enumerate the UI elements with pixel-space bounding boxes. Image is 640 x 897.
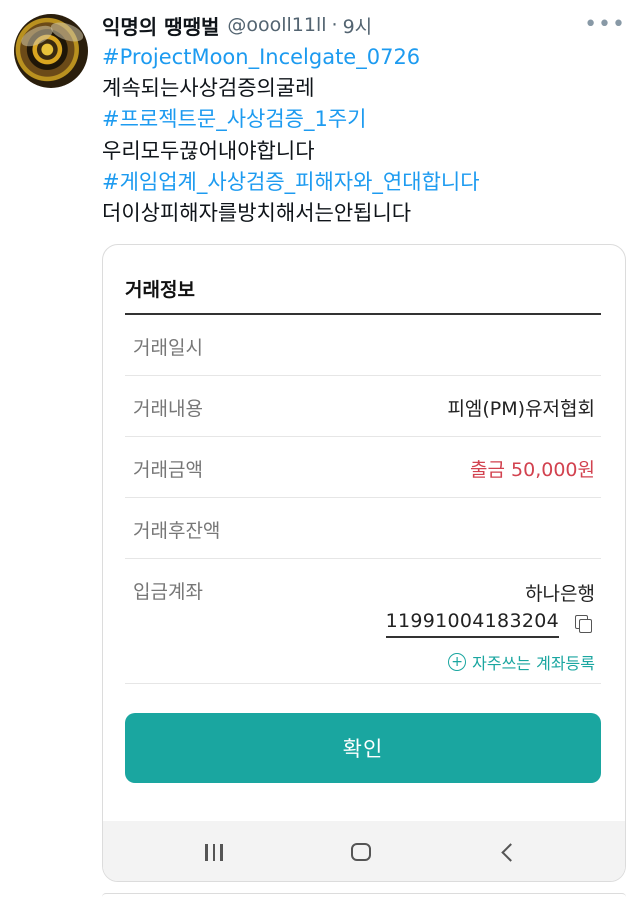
- tweet-line: 계속되는사상검증의굴레: [102, 76, 315, 101]
- row-label: 거래금액: [133, 459, 203, 481]
- separator-dot: ·: [331, 14, 338, 36]
- account-number: 11991004183204: [385, 610, 559, 638]
- home-button[interactable]: [331, 821, 391, 881]
- bank-name: 하나은행: [525, 583, 595, 605]
- more-horizontal-icon[interactable]: •••: [584, 12, 626, 37]
- row-description: 거래내용 피엠(PM)유저협회: [125, 376, 601, 437]
- user-handle[interactable]: @oooll11ll: [227, 14, 326, 36]
- avatar[interactable]: [14, 14, 88, 88]
- hashtag-link[interactable]: #ProjectMoon_Incelgate_0726: [102, 42, 622, 73]
- row-account: 입금계좌 하나은행 11991004183204 + 자주쓰는 계좌등록: [125, 559, 601, 684]
- copy-icon[interactable]: [575, 615, 593, 633]
- recents-button[interactable]: [184, 821, 244, 881]
- hashtag-link[interactable]: #게임업계_사상검증_피해자와_연대합니다: [102, 167, 622, 198]
- tweet-header: 익명의 땡땡벌 @oooll11ll · 9시: [102, 10, 372, 40]
- back-icon: [500, 842, 520, 862]
- next-card-edge: [0, 893, 640, 897]
- tweet-line: 더이상피해자를방치해서는안됩니다: [102, 201, 412, 226]
- row-label: 거래일시: [133, 337, 203, 359]
- back-button[interactable]: [477, 821, 537, 881]
- row-balance: 거래후잔액: [125, 498, 601, 559]
- row-label: 거래내용: [133, 398, 203, 420]
- register-account-link[interactable]: + 자주쓰는 계좌등록: [448, 650, 595, 674]
- register-account-label: 자주쓰는 계좌등록: [472, 654, 595, 673]
- plus-circle-icon: +: [448, 653, 467, 671]
- attached-screenshot[interactable]: 거래정보 거래일시 거래내용 피엠(PM)유저협회 거래금액 출금 50,000…: [102, 244, 626, 882]
- row-value: 피엠(PM)유저협회: [447, 398, 595, 420]
- row-amount: 거래금액 출금 50,000원: [125, 437, 601, 498]
- row-datetime: 거래일시: [125, 315, 601, 376]
- confirm-button[interactable]: 확인: [125, 713, 601, 783]
- display-name[interactable]: 익명의 땡땡벌: [102, 11, 219, 40]
- row-label: 거래후잔액: [133, 520, 221, 542]
- tweet-line: 우리모두끊어내야합니다: [102, 138, 315, 163]
- timestamp[interactable]: 9시: [343, 12, 373, 39]
- amount-value: 출금 50,000원: [470, 459, 595, 481]
- row-label: 입금계좌: [133, 581, 203, 603]
- android-navigation-bar: [103, 821, 625, 881]
- home-icon: [351, 843, 371, 861]
- recents-icon: [205, 843, 223, 861]
- hashtag-link[interactable]: #프로젝트문_사상검증_1주기: [102, 104, 622, 135]
- tweet-text: #ProjectMoon_Incelgate_0726 계속되는사상검증의굴레 …: [102, 42, 622, 229]
- tweet: 익명의 땡땡벌 @oooll11ll · 9시 ••• #ProjectMoon…: [0, 0, 640, 897]
- receipt-title: 거래정보: [125, 279, 195, 301]
